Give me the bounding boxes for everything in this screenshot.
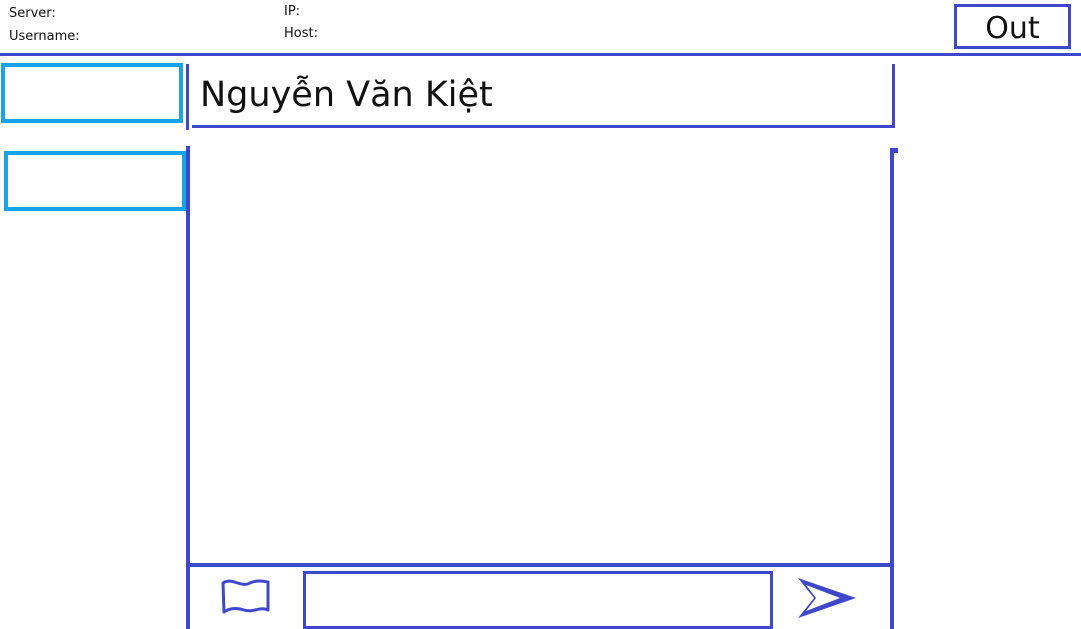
message-list[interactable] (192, 152, 888, 561)
header-divider (0, 53, 1081, 56)
host-label: Host: (284, 26, 318, 41)
emoji-button[interactable] (218, 578, 274, 618)
send-arrow-icon (798, 578, 856, 618)
send-button[interactable] (792, 574, 862, 622)
title-box-underline (192, 125, 892, 128)
message-area-corner-tick (890, 148, 898, 153)
contact-item[interactable] (4, 151, 186, 211)
chat-recipient-name: Nguyễn Văn Kiệt (200, 75, 493, 115)
contact-item[interactable] (1, 63, 183, 123)
compose-divider (186, 563, 894, 567)
out-button[interactable]: Out (954, 4, 1071, 49)
server-label: Server: (9, 6, 56, 21)
ip-label: IP: (284, 4, 301, 19)
title-box-right-border (892, 64, 895, 128)
username-label: Username: (9, 29, 80, 44)
title-box-left-border (186, 64, 189, 130)
message-area-right-border (890, 150, 894, 629)
flag-icon (221, 579, 270, 614)
message-input[interactable] (303, 571, 773, 629)
message-area-left-border (186, 146, 190, 629)
